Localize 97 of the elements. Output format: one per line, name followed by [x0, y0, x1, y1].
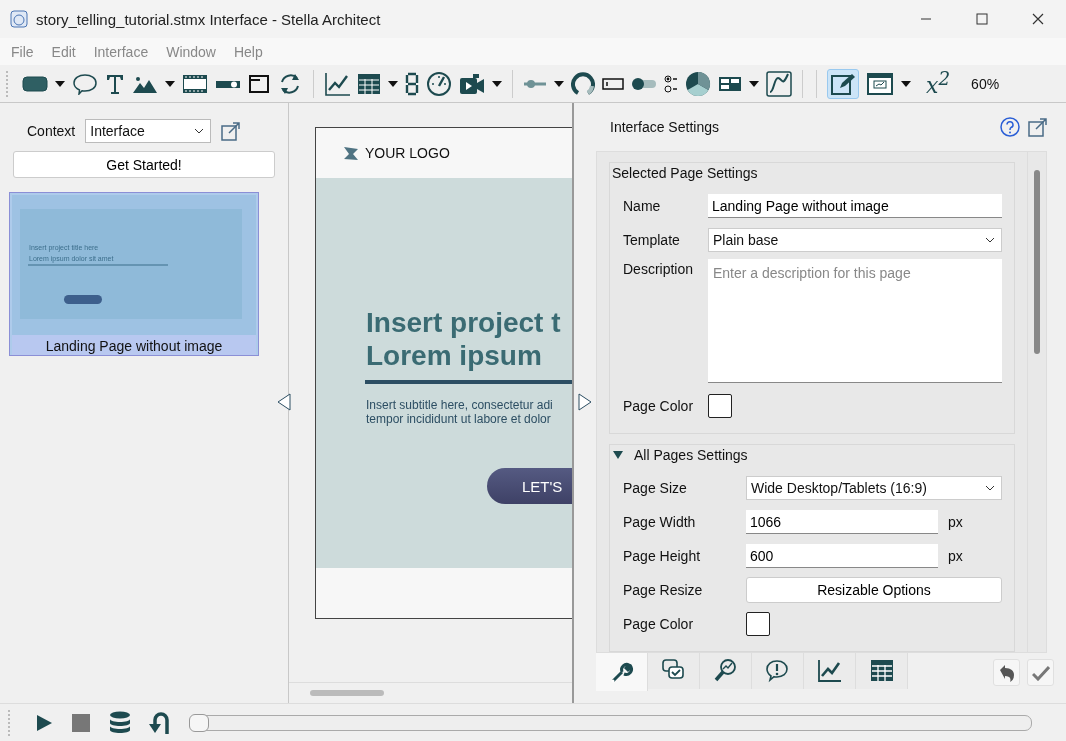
panel-title: Interface Settings [609, 119, 720, 135]
chevron-icon [194, 128, 205, 134]
panel-tab[interactable] [700, 653, 752, 689]
zoom-dropdown[interactable]: 60% [971, 75, 1006, 92]
table-icon [868, 658, 895, 684]
field-label: Template [623, 232, 681, 248]
color-swatch[interactable] [708, 394, 732, 418]
caret-icon[interactable] [165, 80, 175, 87]
field-label: Page Color [623, 616, 695, 632]
app-icon [10, 10, 28, 28]
superscript-button[interactable]: x$^{2}$ [926, 68, 951, 99]
page-title: Lorem ipsum [366, 339, 543, 372]
film-strip-icon[interactable] [182, 73, 208, 94]
video-camera-icon[interactable] [459, 71, 485, 96]
window-frame-icon[interactable] [248, 73, 270, 94]
page-height-field[interactable]: 600 [746, 544, 938, 568]
apply-button[interactable] [1027, 659, 1054, 686]
expanded-triangle-icon[interactable] [612, 450, 624, 460]
slider-icon[interactable] [523, 78, 547, 89]
field-label: Page Width [623, 514, 697, 530]
stop-icon[interactable] [71, 713, 91, 733]
ring-meter-icon[interactable] [571, 71, 595, 96]
expand-arrow-icon[interactable] [578, 393, 592, 411]
pop-out-icon[interactable] [1028, 117, 1048, 137]
line-chart-icon[interactable] [324, 71, 350, 96]
page-subtitle: Insert subtitle here, consectetur adi [366, 398, 554, 412]
group-heading: Selected Page Settings [612, 165, 758, 181]
table-icon[interactable] [357, 72, 381, 95]
lets-go-button[interactable]: LET'S [487, 468, 572, 504]
text-tool-icon[interactable] [105, 72, 125, 95]
digit-display-icon[interactable] [405, 71, 419, 96]
radio-buttons-icon[interactable] [664, 73, 678, 94]
field-label: Name [623, 198, 662, 214]
field-label: Page Color [623, 398, 695, 414]
panel-tab[interactable] [648, 653, 700, 689]
panel-tab[interactable] [752, 653, 804, 689]
u-turn-arrow-icon[interactable] [149, 711, 171, 735]
database-icon[interactable] [109, 711, 131, 735]
get-started-button[interactable]: Get Started! [13, 151, 275, 178]
panel-tab[interactable] [596, 653, 648, 691]
caret-icon[interactable] [492, 80, 502, 87]
presentation-icon[interactable] [866, 71, 894, 96]
checkmark-icon [1031, 664, 1050, 681]
field-label: Page Size [623, 480, 688, 496]
scrollbar-thumb[interactable] [1034, 170, 1040, 354]
preview-button [64, 295, 102, 304]
name-field[interactable]: Landing Page without image [708, 194, 1002, 218]
field-label: Page Height [623, 548, 702, 564]
curve-graph-icon[interactable] [766, 70, 792, 97]
caret-icon[interactable] [554, 80, 564, 87]
page-width-field[interactable]: 1066 [746, 510, 938, 534]
close-icon [1032, 13, 1044, 25]
button-shape-icon[interactable] [22, 74, 48, 93]
collapse-arrow-icon[interactable] [277, 393, 291, 411]
field-label: Description [623, 260, 695, 277]
page-title: Insert project t [366, 306, 562, 339]
line-chart-icon [816, 658, 843, 684]
page-subtitle: tempor incididunt ut labore et dolor [366, 412, 552, 426]
chevron-icon [985, 237, 995, 243]
context-label: Context [27, 123, 76, 139]
description-field[interactable]: Enter a description for this page [708, 259, 1002, 383]
caret-icon[interactable] [388, 80, 398, 87]
unit-label: px [947, 514, 964, 530]
speech-bubble-icon[interactable] [72, 72, 98, 95]
play-icon[interactable] [35, 713, 53, 733]
context-dropdown[interactable]: Interface [85, 119, 212, 143]
color-swatch[interactable] [746, 612, 770, 636]
caret-icon[interactable] [901, 80, 911, 87]
help-icon[interactable] [1000, 117, 1020, 137]
caret-icon[interactable] [55, 80, 65, 87]
undo-icon [997, 663, 1016, 682]
layout-panel-icon[interactable] [718, 75, 742, 92]
page-name: Landing Page without image [12, 335, 256, 355]
chevron-icon [985, 485, 995, 491]
toggle-icon[interactable] [631, 76, 657, 91]
window-title: story_telling_tutorial.stmx Interface - Stella Architect [36, 10, 382, 28]
group-heading: All Pages Settings [634, 447, 748, 463]
logo-icon [343, 145, 359, 161]
timeline-slider-thumb[interactable] [189, 714, 209, 732]
resizable-options-button[interactable]: Resizable Options [746, 577, 1002, 603]
page-size-dropdown[interactable]: Wide Desktop/Tablets (16:9) [746, 476, 1002, 500]
input-box-icon[interactable] [602, 77, 624, 90]
caret-icon[interactable] [749, 80, 759, 87]
logo-text: YOUR LOGO [365, 145, 450, 161]
maximize-icon [976, 13, 988, 25]
alert-bubble-icon [764, 658, 791, 684]
pie-chart-icon[interactable] [685, 70, 711, 97]
gauge-icon[interactable] [426, 70, 452, 97]
panel-tab[interactable] [804, 653, 856, 689]
undo-button[interactable] [993, 659, 1020, 686]
panel-tab[interactable] [856, 653, 908, 689]
unit-label: px [947, 548, 964, 564]
field-label: Page Resize [623, 582, 704, 598]
pop-out-icon[interactable] [221, 121, 242, 141]
template-dropdown[interactable]: Plain base [708, 228, 1002, 252]
magnifier-chart-icon [712, 658, 739, 684]
scrollbar-thumb[interactable] [310, 690, 384, 696]
